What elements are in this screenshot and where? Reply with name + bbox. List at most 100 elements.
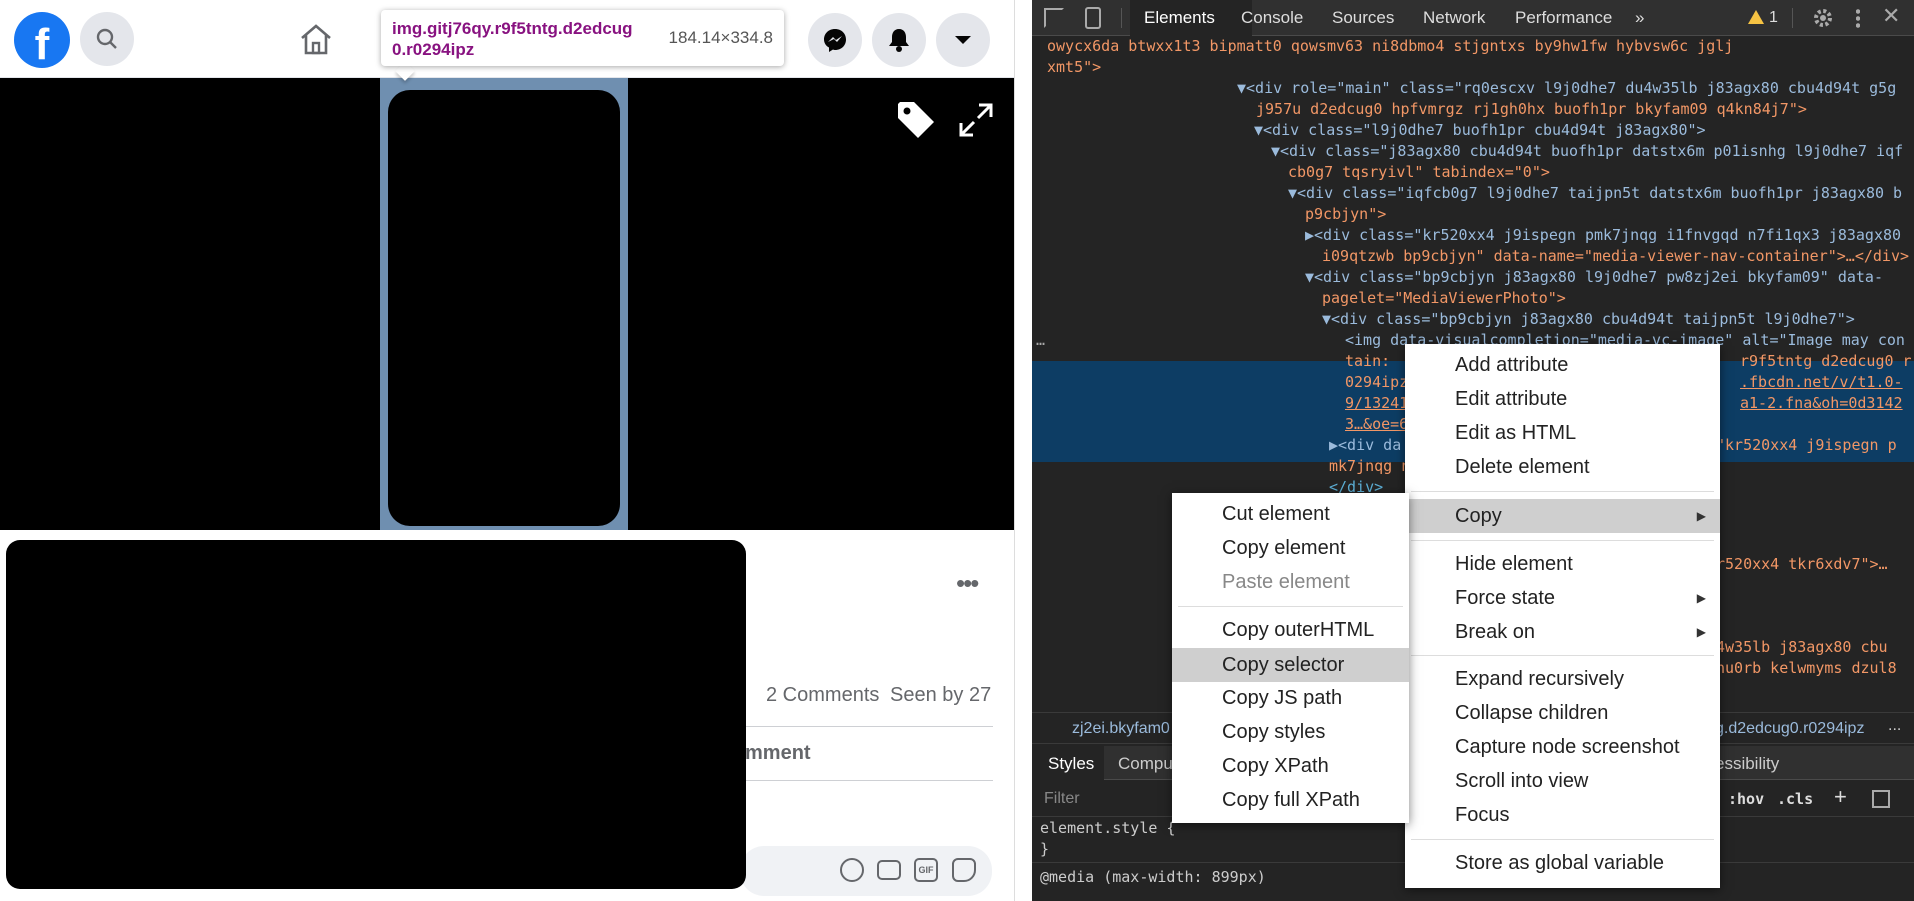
submenu-copy-outerhtml[interactable]: Copy outerHTML: [1172, 615, 1409, 645]
dom-line[interactable]: ▶<div da: [1329, 435, 1401, 456]
menu-hide-element[interactable]: Hide element: [1405, 549, 1720, 579]
submenu-copy-full-xpath[interactable]: Copy full XPath: [1172, 785, 1409, 815]
home-icon[interactable]: [298, 22, 334, 61]
toolbar-separator: [1121, 8, 1122, 28]
tab-performance[interactable]: Performance: [1515, 0, 1612, 36]
dom-line[interactable]: i09qtzwb bp9cbjyn" data-name="media-view…: [1322, 246, 1909, 267]
new-style-rule-icon[interactable]: +: [1834, 784, 1847, 810]
menu-separator: [1411, 655, 1714, 656]
tab-computed[interactable]: Comput: [1118, 754, 1178, 774]
submenu-paste-element[interactable]: Paste element: [1172, 567, 1409, 597]
dom-line[interactable]: ▼<div class="iqfcb0g7 l9j0dhe7 taijpn5t …: [1288, 183, 1902, 204]
breadcrumb-left[interactable]: zj2ei.bkyfam0: [1072, 720, 1170, 738]
fullscreen-icon[interactable]: [958, 102, 994, 143]
dom-line[interactable]: ▼<div class="j83agx80 cbu4d94t buofh1pr …: [1271, 141, 1903, 162]
menu-delete-element[interactable]: Delete element: [1405, 452, 1720, 482]
search-icon[interactable]: [80, 12, 134, 66]
submenu-arrow-icon: ▶: [1696, 509, 1706, 523]
breadcrumb-more-icon[interactable]: ...: [1888, 717, 1901, 735]
tab-sources[interactable]: Sources: [1332, 0, 1394, 36]
menu-item-label: Expand recursively: [1455, 668, 1624, 690]
dom-fragment: r9f5tntg d2edcug0 r: [1740, 352, 1912, 370]
account-menu-icon[interactable]: [936, 13, 990, 67]
device-toolbar-icon[interactable]: [1085, 7, 1101, 29]
comment-button-label[interactable]: mment: [745, 742, 811, 765]
dom-line[interactable]: 3…&oe=6: [1345, 414, 1408, 435]
emoji-icon[interactable]: [840, 858, 864, 882]
inspect-element-icon[interactable]: [1044, 8, 1064, 28]
menu-break-on[interactable]: Break on ▶: [1405, 617, 1720, 647]
dom-line[interactable]: mk7jnqg n: [1329, 456, 1410, 477]
dom-line[interactable]: xmt5">: [1047, 57, 1101, 78]
menu-edit-attribute[interactable]: Edit attribute: [1405, 384, 1720, 414]
tag-icon[interactable]: [894, 98, 938, 147]
dom-line[interactable]: pagelet="MediaViewerPhoto">: [1322, 288, 1566, 309]
dom-line[interactable]: tain:: [1345, 351, 1390, 372]
toggle-sidebar-icon[interactable]: [1872, 790, 1890, 808]
submenu-copy-styles[interactable]: Copy styles: [1172, 717, 1409, 747]
submenu-copy-xpath[interactable]: Copy XPath: [1172, 751, 1409, 781]
facebook-page: f img.gitj76qy.r9f5tntg.d2edcug0.r0294ip…: [0, 0, 1014, 901]
messenger-icon[interactable]: [808, 13, 862, 67]
dom-line[interactable]: 9/13241: [1345, 393, 1408, 414]
tab-elements[interactable]: Elements: [1144, 0, 1215, 36]
dom-line[interactable]: owycx6da btwxx1t3 bipmatt0 qowsmv63 ni8d…: [1047, 36, 1733, 57]
menu-edit-as-html[interactable]: Edit as HTML: [1405, 418, 1720, 448]
dom-line[interactable]: ▼<div class="bp9cbjyn j83agx80 l9j0dhe7 …: [1305, 267, 1883, 288]
kebab-menu-icon[interactable]: [1856, 8, 1860, 28]
menu-collapse-children[interactable]: Collapse children: [1405, 698, 1720, 728]
settings-gear-icon[interactable]: [1812, 7, 1834, 33]
toolbar-separator-2: [1792, 8, 1793, 28]
menu-add-attribute[interactable]: Add attribute: [1405, 350, 1720, 380]
menu-store-as-global-variable[interactable]: Store as global variable: [1405, 848, 1720, 878]
menu-item-label: Copy element: [1222, 537, 1346, 559]
camera-icon[interactable]: [877, 860, 901, 880]
dom-line[interactable]: j957u d2edcug0 hpfvmrgz rj1gh0hx buofh1p…: [1256, 99, 1807, 120]
photo-image[interactable]: [380, 78, 628, 530]
menu-force-state[interactable]: Force state ▶: [1405, 583, 1720, 613]
gif-icon[interactable]: GIF: [914, 858, 938, 882]
tab-accessibility[interactable]: essibility: [1715, 754, 1779, 774]
warning-count[interactable]: 1: [1769, 0, 1778, 36]
menu-focus[interactable]: Focus: [1405, 800, 1720, 830]
warning-icon[interactable]: [1748, 10, 1764, 24]
menu-item-label: Copy XPath: [1222, 755, 1329, 777]
dom-line[interactable]: cb0g7 tqsryivl" tabindex="0">: [1288, 162, 1550, 183]
dom-line[interactable]: ▼<div class="l9j0dhe7 buofh1pr cbu4d94t …: [1254, 120, 1706, 141]
cls-toggle[interactable]: .cls: [1777, 790, 1813, 808]
more-tabs-icon[interactable]: »: [1635, 0, 1644, 36]
more-options-icon[interactable]: •••: [956, 568, 979, 599]
notifications-icon[interactable]: [872, 13, 926, 67]
menu-item-label: Copy outerHTML: [1222, 619, 1375, 641]
close-devtools-icon[interactable]: ✕: [1882, 4, 1900, 29]
tab-console[interactable]: Console: [1241, 0, 1303, 36]
dom-fragment: r520xx4 tkr6xdv7">…: [1716, 555, 1888, 573]
submenu-copy-selector[interactable]: Copy selector: [1172, 648, 1409, 682]
comment-input[interactable]: GIF: [740, 846, 992, 896]
breadcrumb-right[interactable]: g.d2edcug0.r0294ipz: [1715, 720, 1864, 738]
tab-styles[interactable]: Styles: [1048, 754, 1094, 774]
seen-by-count[interactable]: Seen by 27: [890, 684, 991, 707]
menu-copy[interactable]: Copy ▶: [1405, 499, 1720, 533]
dom-line[interactable]: p9cbjyn">: [1305, 204, 1386, 225]
dom-line[interactable]: 0294ipz: [1345, 372, 1408, 393]
styles-line[interactable]: @media (max-width: 899px): [1040, 868, 1266, 886]
dom-line[interactable]: ▼<div role="main" class="rq0escxv l9j0dh…: [1237, 78, 1896, 99]
hov-toggle[interactable]: :hov: [1728, 790, 1764, 808]
sticker-icon[interactable]: [952, 858, 976, 882]
comments-count[interactable]: 2 Comments: [766, 684, 879, 707]
menu-scroll-into-view[interactable]: Scroll into view: [1405, 766, 1720, 796]
dom-line[interactable]: ▶<div class="kr520xx4 j9ispegn pmk7jnqg …: [1305, 225, 1901, 246]
dom-line[interactable]: ▼<div class="bp9cbjyn j83agx80 cbu4d94t …: [1322, 309, 1855, 330]
submenu-copy-js-path[interactable]: Copy JS path: [1172, 683, 1409, 713]
facebook-logo[interactable]: f: [14, 12, 70, 69]
submenu-copy-element[interactable]: Copy element: [1172, 533, 1409, 563]
menu-expand-recursively[interactable]: Expand recursively: [1405, 664, 1720, 694]
menu-item-label: Capture node screenshot: [1455, 736, 1680, 758]
menu-item-label: Edit attribute: [1455, 388, 1568, 410]
styles-filter-input[interactable]: Filter: [1044, 790, 1080, 808]
styles-line[interactable]: element.style {: [1040, 819, 1175, 837]
tab-network[interactable]: Network: [1423, 0, 1485, 36]
submenu-cut-element[interactable]: Cut element: [1172, 499, 1409, 529]
menu-capture-node-screenshot[interactable]: Capture node screenshot: [1405, 732, 1720, 762]
